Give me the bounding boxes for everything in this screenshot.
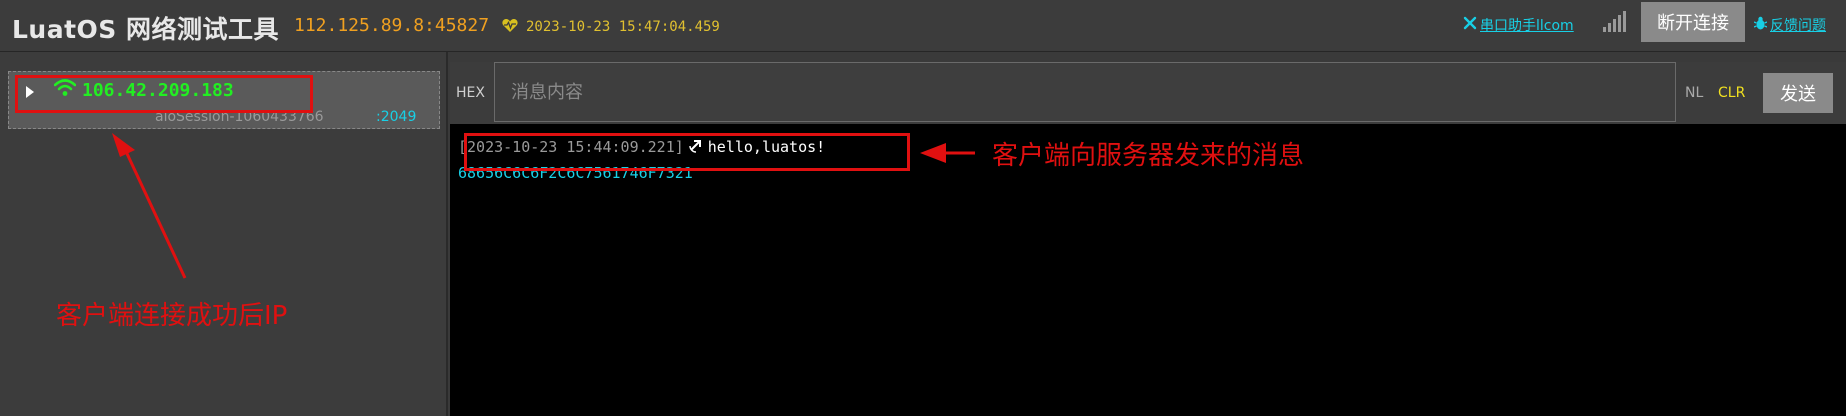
message-highlight — [464, 133, 910, 171]
client-ip-annotation: 客户端连接成功后IP — [56, 301, 288, 331]
top-bar: LuatOS 网络测试工具 112.125.89.8:45827 2023-10… — [0, 0, 1846, 52]
feedback-label: 反馈问题 — [1770, 18, 1826, 34]
disconnect-button[interactable]: 断开连接 — [1641, 2, 1745, 42]
send-button[interactable]: 发送 — [1763, 73, 1833, 113]
hex-toggle[interactable]: HEX — [456, 85, 485, 101]
serial-tool-link[interactable]: 串口助手llcom — [1463, 15, 1574, 35]
app-title: LuatOS 网络测试工具 — [12, 15, 280, 44]
heartbeat-icon — [502, 18, 518, 37]
newline-toggle[interactable]: NL — [1685, 85, 1703, 101]
server-address: 112.125.89.8:45827 — [294, 15, 490, 36]
message-input[interactable] — [494, 62, 1676, 122]
clear-button[interactable]: CLR — [1718, 85, 1745, 101]
input-bar: HEX NL CLR 发送 — [450, 62, 1846, 124]
message-panel: HEX NL CLR 发送 [2023-10-23 15:44:09.221]h… — [450, 62, 1846, 416]
server-time: 2023-10-23 15:47:04.459 — [526, 19, 720, 35]
message-annotation: 客户端向服务器发来的消息 — [992, 141, 1305, 171]
bug-icon — [1753, 16, 1768, 34]
signal-strength-icon — [1602, 11, 1626, 37]
client-port: :2049 — [376, 109, 417, 125]
feedback-link[interactable]: 反馈问题 — [1753, 15, 1826, 35]
serial-tool-label: 串口助手llcom — [1480, 18, 1574, 34]
tools-icon — [1463, 16, 1477, 34]
client-ip-highlight — [15, 75, 313, 113]
